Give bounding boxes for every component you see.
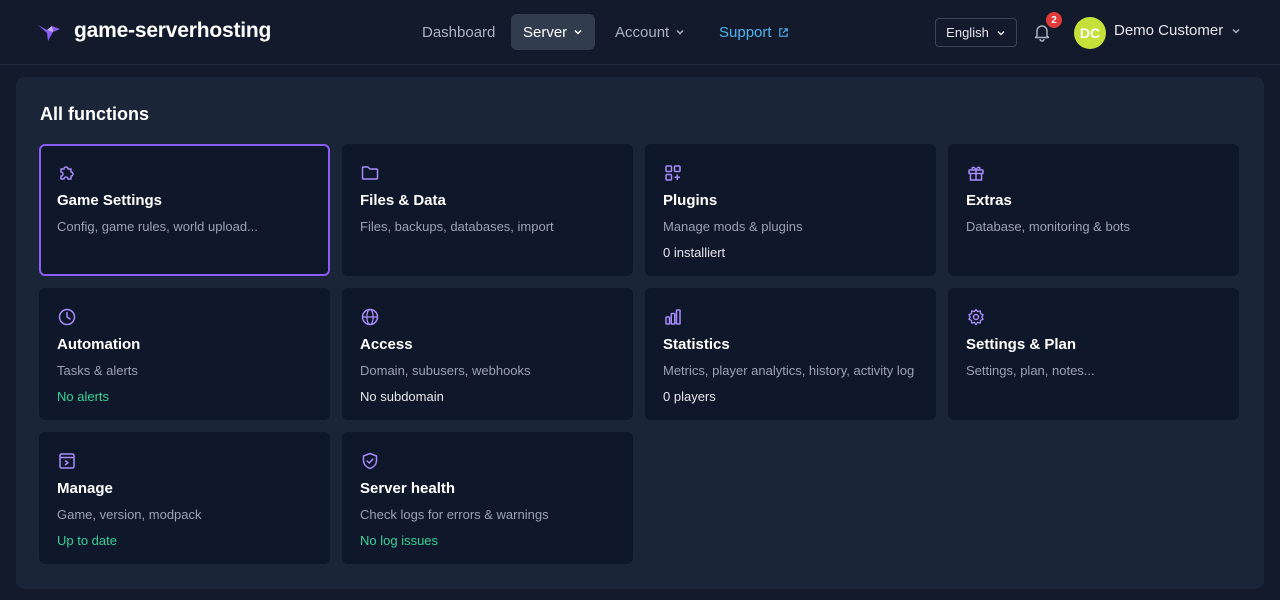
clock-icon: [58, 308, 76, 326]
card-extras[interactable]: Extras Database, monitoring & bots: [948, 144, 1239, 276]
avatar[interactable]: DC: [1074, 17, 1106, 49]
notification-badge: 2: [1046, 12, 1062, 28]
card-description: Settings, plan, notes...: [966, 363, 1095, 378]
card-title: Extras: [966, 192, 1012, 209]
card-manage[interactable]: Manage Game, version, modpack Up to date: [39, 432, 330, 564]
card-server-health[interactable]: Server health Check logs for errors & wa…: [342, 432, 633, 564]
chevron-down-icon: [676, 29, 684, 35]
card-title: Settings & Plan: [966, 336, 1077, 353]
card-title: Game Settings: [57, 192, 163, 209]
card-status: No subdomain: [360, 389, 444, 404]
language-select[interactable]: English: [935, 18, 1017, 47]
card-files-data[interactable]: Files & Data Files, backups, databases, …: [342, 144, 633, 276]
card-game-settings[interactable]: Game Settings Config, game rules, world …: [39, 144, 330, 276]
card-title: Statistics: [663, 336, 730, 353]
card-description: Config, game rules, world upload...: [57, 219, 258, 234]
nav-dashboard[interactable]: Dashboard: [410, 14, 507, 50]
user-menu[interactable]: Demo Customer: [1114, 22, 1241, 39]
gear-icon: [968, 308, 984, 326]
nav-support[interactable]: Support: [707, 14, 801, 50]
card-status: No log issues: [360, 533, 439, 548]
user-name: Demo Customer: [1114, 22, 1224, 39]
gift-icon: [968, 166, 984, 181]
card-title: Plugins: [663, 192, 718, 209]
card-access[interactable]: Access Domain, subusers, webhooks No sub…: [342, 288, 633, 420]
nav-account[interactable]: Account: [603, 14, 697, 50]
card-title: Server health: [360, 480, 456, 497]
card-status: 0 installiert: [663, 245, 726, 260]
functions-panel: All functions Game Settings Config, game…: [16, 77, 1264, 589]
nav-server[interactable]: Server: [511, 14, 596, 50]
chevron-down-icon: [997, 30, 1005, 35]
nav-account-label: Account: [615, 23, 670, 41]
card-title: Manage: [57, 480, 113, 497]
brand-name[interactable]: game-serverhosting: [74, 19, 271, 43]
card-settings-plan[interactable]: Settings & Plan Settings, plan, notes...: [948, 288, 1239, 420]
nav-support-label: Support: [719, 23, 772, 41]
nav-dashboard-label: Dashboard: [422, 23, 496, 41]
logo-icon[interactable]: [36, 19, 62, 45]
puzzle-icon: [60, 166, 74, 180]
shield-check-icon: [362, 452, 378, 470]
bar-chart-icon: [665, 309, 681, 325]
card-description: Game, version, modpack: [57, 507, 202, 522]
card-statistics[interactable]: Statistics Metrics, player analytics, hi…: [645, 288, 936, 420]
apps-add-icon: [665, 165, 681, 181]
card-status: Up to date: [57, 533, 117, 548]
card-description: Metrics, player analytics, history, acti…: [663, 363, 915, 378]
card-title: Files & Data: [360, 192, 446, 209]
globe-icon: [361, 308, 379, 326]
card-description: Tasks & alerts: [57, 363, 138, 378]
folder-icon: [361, 166, 379, 180]
chevron-down-icon: [574, 29, 582, 35]
card-automation[interactable]: Automation Tasks & alerts No alerts: [39, 288, 330, 420]
top-navbar: game-serverhosting Dashboard Server Acco…: [0, 0, 1280, 65]
card-status: 0 players: [663, 389, 716, 404]
card-description: Manage mods & plugins: [663, 219, 803, 234]
language-selected: English: [946, 25, 989, 40]
card-description: Database, monitoring & bots: [966, 219, 1131, 234]
nav-server-label: Server: [523, 23, 568, 41]
terminal-window-icon: [59, 453, 75, 469]
card-status: No alerts: [57, 389, 110, 404]
external-link-icon: [778, 27, 788, 37]
card-description: Domain, subusers, webhooks: [360, 363, 531, 378]
card-title: Automation: [57, 336, 141, 353]
card-plugins[interactable]: Plugins Manage mods & plugins 0 installi…: [645, 144, 936, 276]
card-description: Check logs for errors & warnings: [360, 507, 549, 522]
chevron-down-icon: [1232, 28, 1240, 34]
card-title: Access: [360, 336, 413, 353]
panel-title: All functions: [40, 104, 149, 124]
card-description: Files, backups, databases, import: [360, 219, 554, 234]
